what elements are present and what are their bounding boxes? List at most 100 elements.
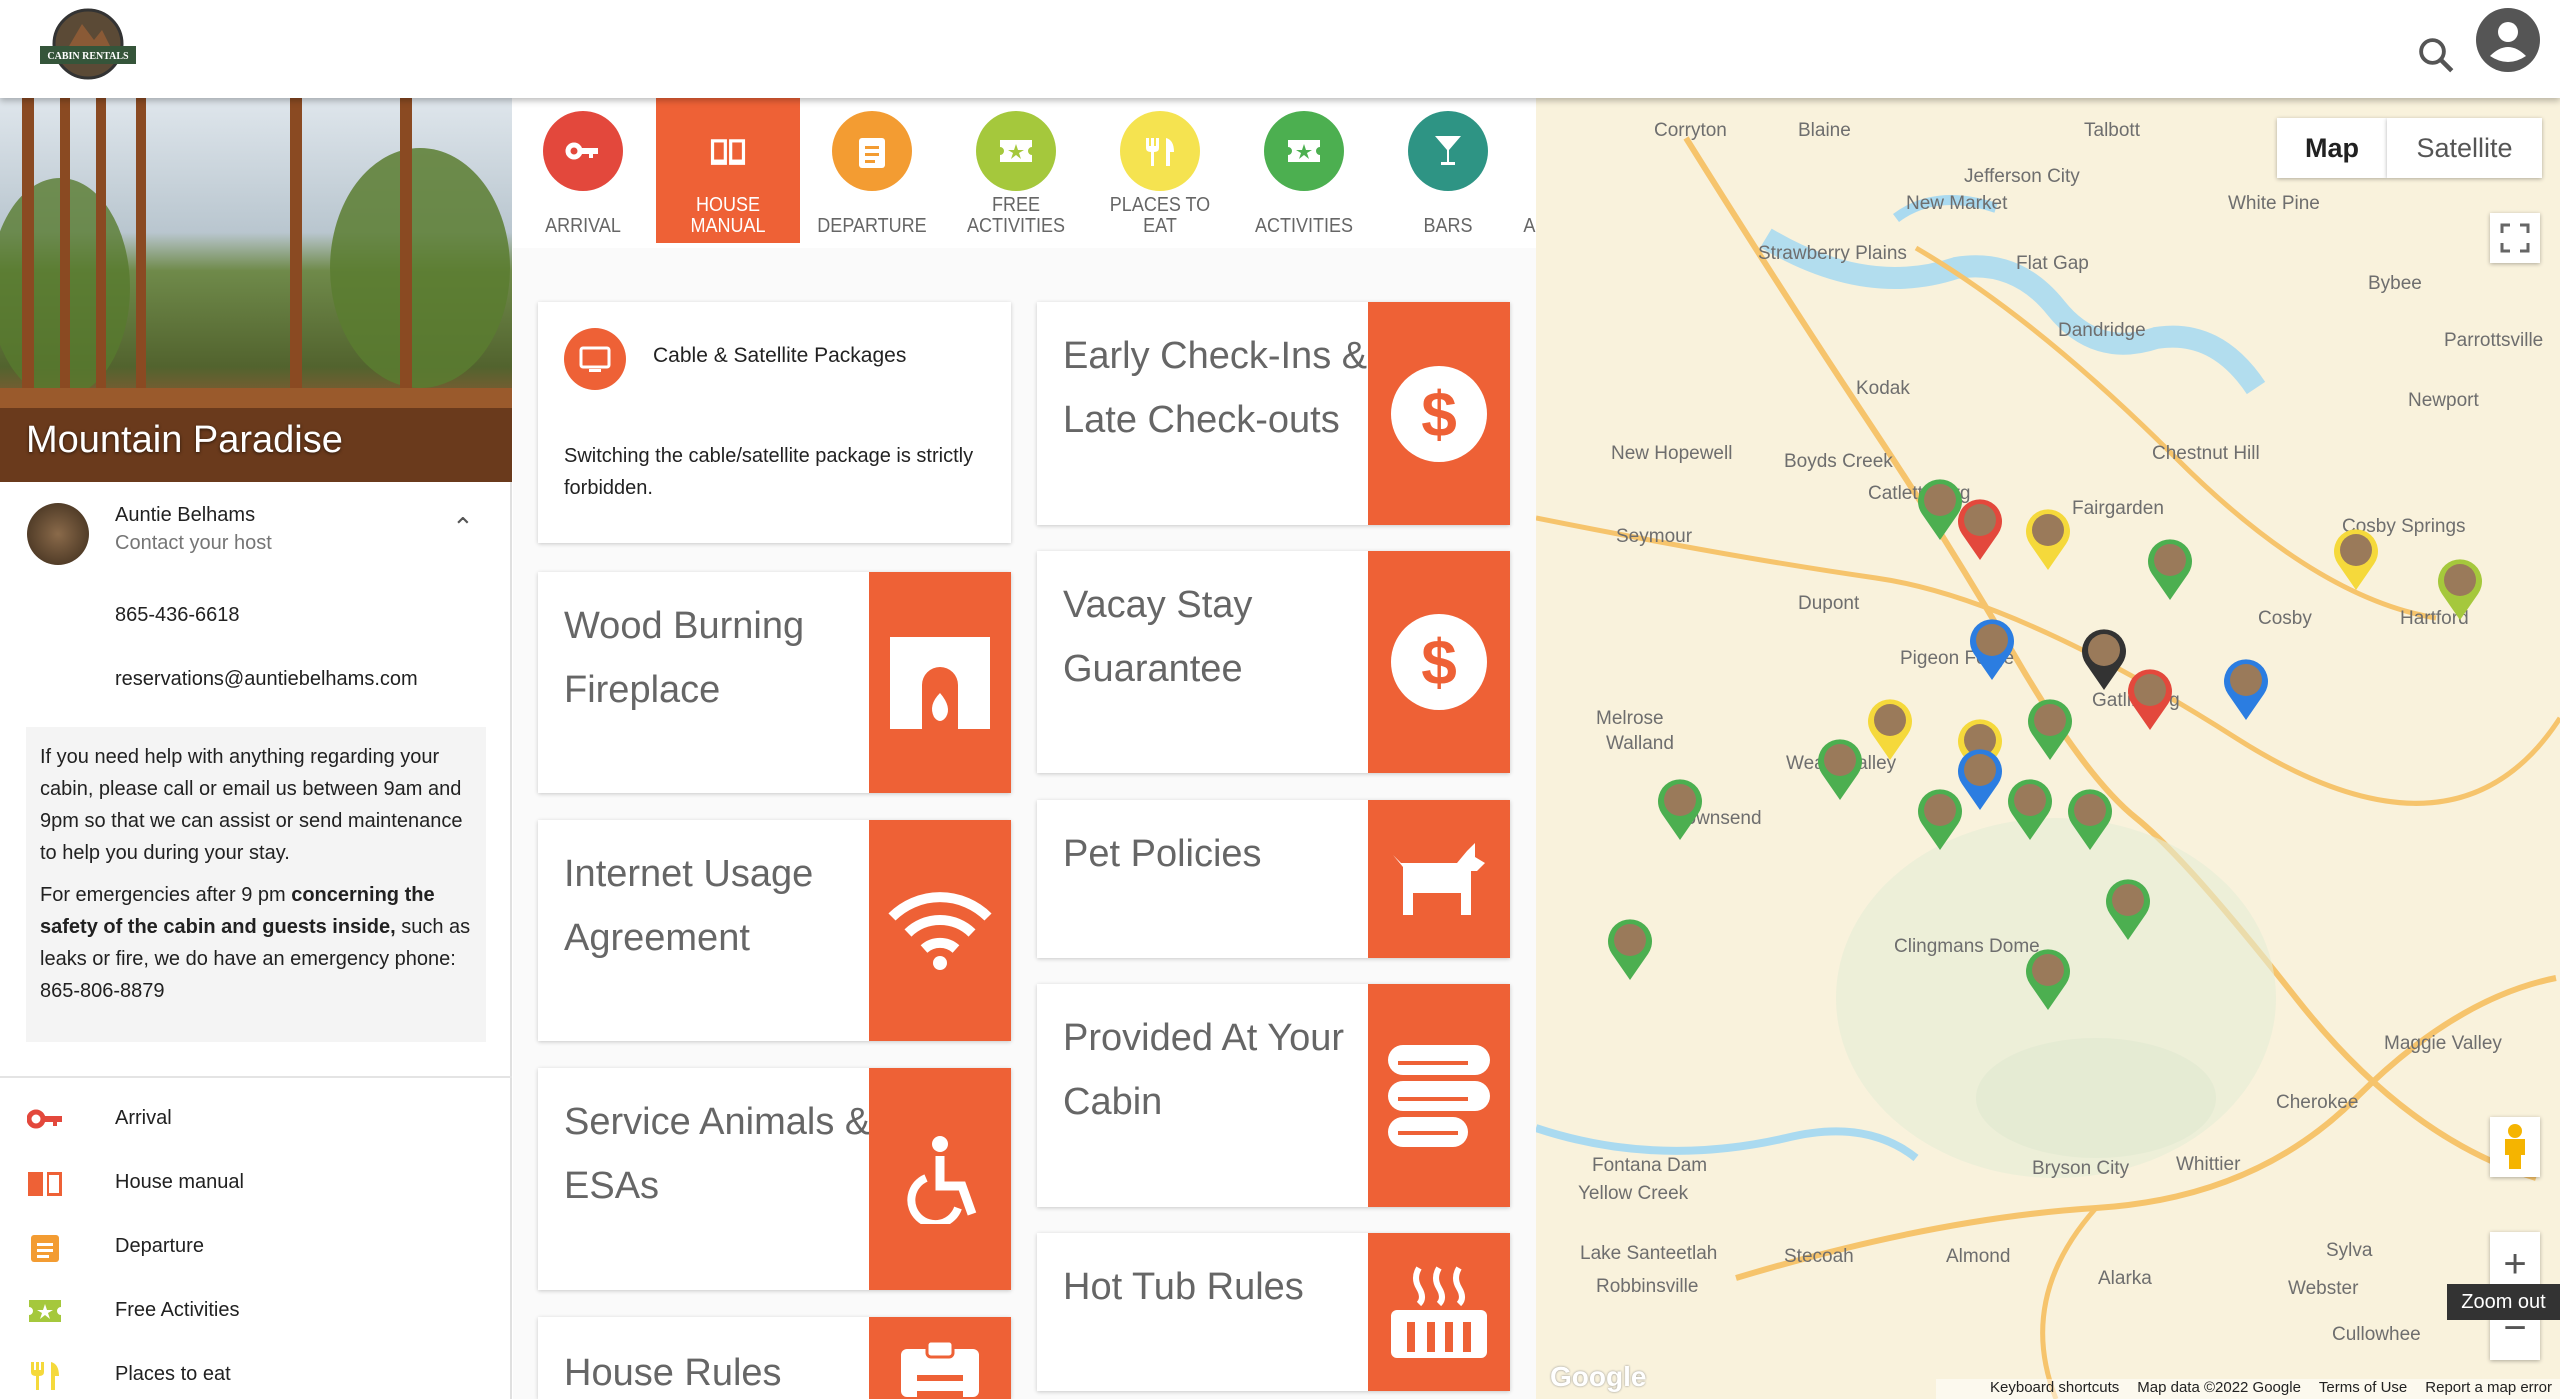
sidebar-item-house-manual[interactable]: House manual [0, 1160, 512, 1206]
card-body: Switching the cable/satellite package is… [564, 445, 974, 499]
map-footer: Keyboard shortcuts Map data ©2022 Google… [1936, 1379, 2560, 1399]
map-marker[interactable] [1606, 918, 1654, 982]
map-marker[interactable] [2024, 948, 2072, 1012]
report-map-error-link[interactable]: Report a map error [2425, 1379, 2552, 1399]
map-marker[interactable] [1956, 498, 2004, 562]
map-place-label: Dandridge [2058, 320, 2146, 341]
sidebar-item-arrival[interactable]: Arrival [0, 1096, 512, 1142]
card-title: House Rules [564, 1352, 782, 1394]
map-marker[interactable] [2080, 628, 2128, 692]
card-wood-fireplace[interactable]: Wood Burning Fireplace [538, 572, 1011, 793]
map-place-label: New Market [1906, 193, 2008, 214]
host-note: If you need help with anything regarding… [26, 727, 486, 1042]
map-marker[interactable] [2126, 668, 2174, 732]
utensils-icon [31, 1362, 59, 1390]
tab-label: PLACES TO EAT [1109, 194, 1211, 237]
map-place-label: Yellow Creek [1578, 1183, 1689, 1204]
tab-free-activities[interactable]: FREE ACTIVITIES [944, 98, 1088, 243]
tab-label: BARS [1423, 215, 1473, 237]
map-marker[interactable] [2436, 558, 2484, 622]
card-title: Service Animals & ESAs [564, 1101, 871, 1207]
map-place-label: Cherokee [2276, 1092, 2359, 1113]
map-type-satellite-button[interactable]: Satellite [2387, 118, 2542, 178]
street-view-pegman[interactable] [2490, 1117, 2540, 1177]
map-place-label: Alarka [2098, 1268, 2152, 1289]
card-hot-tub-rules[interactable]: Hot Tub Rules [1037, 1233, 1510, 1391]
card-internet-usage[interactable]: Internet Usage Agreement [538, 820, 1011, 1041]
accessible-icon [869, 1068, 1011, 1290]
fullscreen-button[interactable] [2490, 213, 2540, 263]
card-pet-policies[interactable]: Pet Policies [1037, 800, 1510, 958]
sidebar-item-label: House manual [115, 1171, 244, 1193]
map-marker[interactable] [2026, 698, 2074, 762]
card-early-checkin[interactable]: Early Check-Ins & Late Check-outs $ [1037, 302, 1510, 525]
map-place-label: Dupont [1798, 593, 1860, 614]
map-place-label: Bybee [2368, 273, 2422, 294]
tab-places-to-eat[interactable]: PLACES TO EAT [1088, 98, 1232, 243]
map-view[interactable]: Corryton Blaine Talbott Jefferson City New M… [1536, 98, 2560, 1399]
clipboard-icon [832, 111, 912, 191]
google-logo: Google [1550, 1361, 1647, 1392]
map-marker[interactable] [2006, 778, 2054, 842]
tab-house-manual[interactable]: HOUSE MANUAL [656, 98, 800, 243]
tab-more[interactable]: A [1520, 98, 1536, 243]
map-type-map-button[interactable]: Map [2277, 118, 2387, 178]
tab-label: ACTIVITIES [1254, 215, 1354, 237]
cocktail-icon [1408, 111, 1488, 191]
map-place-label: Webster [2288, 1278, 2359, 1299]
map-place-label: Chestnut Hill [2152, 443, 2260, 464]
tab-arrival[interactable]: ARRIVAL [513, 98, 655, 243]
card-vacay-guarantee[interactable]: Vacay Stay Guarantee $ [1037, 551, 1510, 773]
keyboard-shortcuts-link[interactable]: Keyboard shortcuts [1990, 1379, 2119, 1399]
map-marker[interactable] [2104, 878, 2152, 942]
sidebar-item-label: Places to eat [115, 1363, 231, 1385]
map-marker[interactable] [2146, 538, 2194, 602]
card-house-rules[interactable]: House Rules [538, 1317, 1011, 1399]
map-place-label: Clingmans Dome [1894, 936, 2040, 957]
sidebar-item-places-to-eat[interactable]: Places to eat [0, 1352, 512, 1398]
tab-label: ARRIVAL [545, 215, 621, 237]
sidebar-item-free-activities[interactable]: Free Activities [0, 1288, 512, 1334]
ticket-icon [29, 1300, 61, 1322]
card-title: Wood Burning Fireplace [564, 605, 805, 711]
map-marker[interactable] [1656, 778, 1704, 842]
sidebar-item-departure[interactable]: Departure [0, 1224, 512, 1270]
map-place-label: New Hopewell [1611, 443, 1733, 464]
company-logo[interactable]: CABIN RENTALS [32, 6, 144, 88]
tab-departure[interactable]: DEPARTURE [800, 98, 944, 243]
chevron-up-icon[interactable]: ⌃ [452, 512, 474, 543]
card-provided-at-cabin[interactable]: Provided At Your Cabin [1037, 984, 1510, 1207]
map-marker[interactable] [2222, 658, 2270, 722]
tab-activities[interactable]: ACTIVITIES [1232, 98, 1376, 243]
svg-text:CABIN RENTALS: CABIN RENTALS [47, 51, 129, 62]
map-marker[interactable] [2332, 528, 2380, 592]
dollar-icon: $ [1368, 302, 1510, 525]
host-phone[interactable]: 865-436-6618 [115, 604, 240, 627]
map-place-label: Newport [2408, 390, 2479, 411]
host-contact-header[interactable]: Auntie Belhams Contact your host ⌃ [0, 498, 512, 578]
map-marker[interactable] [2066, 788, 2114, 852]
map-place-label: Corryton [1654, 120, 1727, 141]
map-marker[interactable] [1816, 738, 1864, 802]
map-marker[interactable] [1866, 698, 1914, 762]
host-avatar [27, 503, 89, 565]
card-title: Internet Usage Agreement [564, 853, 814, 959]
map-place-label: Lake Santeetlah [1580, 1243, 1718, 1264]
tab-label: A [1523, 215, 1536, 237]
map-place-label: Robbinsville [1596, 1276, 1699, 1297]
tab-bars[interactable]: BARS [1376, 98, 1520, 243]
map-place-label: White Pine [2228, 193, 2320, 214]
search-icon[interactable] [2415, 34, 2457, 76]
host-email[interactable]: reservations@auntiebelhams.com [115, 668, 418, 691]
sidebar-item-label: Departure [115, 1235, 204, 1257]
terms-of-use-link[interactable]: Terms of Use [2319, 1379, 2407, 1399]
key-icon [543, 111, 623, 191]
card-service-animals[interactable]: Service Animals & ESAs [538, 1068, 1011, 1290]
map-marker[interactable] [2024, 508, 2072, 572]
map-marker[interactable] [1968, 618, 2016, 682]
card-title: Vacay Stay Guarantee [1063, 584, 1253, 690]
map-marker[interactable] [1916, 788, 1964, 852]
ticket-icon [1264, 111, 1344, 191]
card-cable-satellite[interactable]: Cable & Satellite Packages Switching the… [538, 302, 1011, 543]
account-avatar[interactable] [2476, 8, 2540, 72]
